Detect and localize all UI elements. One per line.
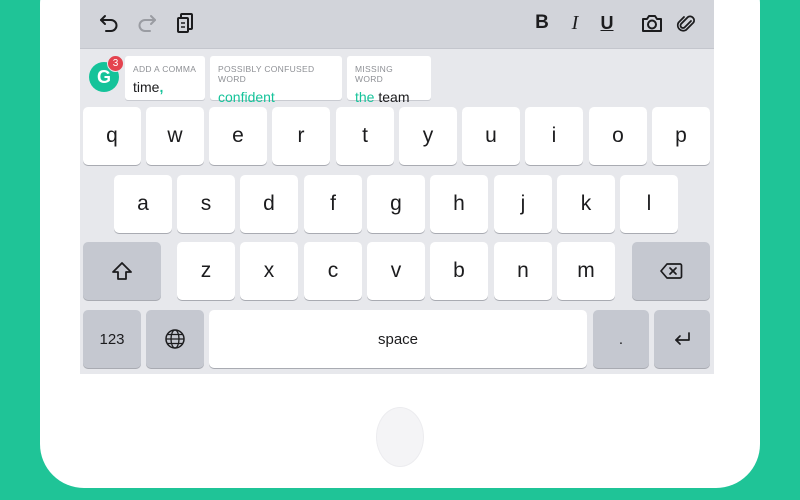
camera-icon[interactable] <box>637 8 667 38</box>
period-key[interactable]: . <box>593 310 649 368</box>
key-k[interactable]: k <box>557 175 615 233</box>
suggestion-text: confident <box>218 89 275 105</box>
key-c[interactable]: c <box>304 242 362 300</box>
key-w[interactable]: w <box>146 107 204 165</box>
numbers-key[interactable]: 123 <box>83 310 141 368</box>
backspace-icon <box>660 263 683 279</box>
key-d[interactable]: d <box>240 175 298 233</box>
key-f[interactable]: f <box>304 175 362 233</box>
key-e[interactable]: e <box>209 107 267 165</box>
suggestion-missing-word[interactable]: MISSING WORD the team <box>347 56 431 105</box>
key-q[interactable]: q <box>83 107 141 165</box>
underline-label: U <box>600 12 614 33</box>
suggestion-text: time, <box>133 79 164 95</box>
return-key[interactable] <box>654 310 710 368</box>
key-h[interactable]: h <box>430 175 488 233</box>
undo-icon[interactable] <box>94 8 124 38</box>
shift-arrow-icon <box>112 262 132 280</box>
globe-key[interactable] <box>146 310 204 368</box>
space-key[interactable]: space <box>209 310 587 368</box>
bold-label: B <box>535 12 549 33</box>
suggestion-label: POSSIBLY CONFUSED WORD <box>218 64 315 84</box>
suggestion-count-badge: 3 <box>107 55 124 72</box>
italic-button[interactable]: I <box>560 8 590 38</box>
suggestion-text: the team <box>355 89 410 105</box>
key-l[interactable]: l <box>620 175 678 233</box>
badge-count: 3 <box>112 58 119 69</box>
clipboard-icon[interactable] <box>170 8 200 38</box>
key-o[interactable]: o <box>589 107 647 165</box>
key-b[interactable]: b <box>430 242 488 300</box>
italic-label: I <box>571 11 579 34</box>
suggestion-label: ADD A COMMA <box>133 64 197 74</box>
key-u[interactable]: u <box>462 107 520 165</box>
paperclip-icon[interactable] <box>671 8 701 38</box>
bold-button[interactable]: B <box>527 8 557 38</box>
underline-button[interactable]: U <box>592 8 622 38</box>
shift-key[interactable] <box>83 242 161 300</box>
key-a[interactable]: a <box>114 175 172 233</box>
screen: B I U G 3 ADD A COMMA time, POSSIBLY CON… <box>80 0 714 374</box>
key-n[interactable]: n <box>494 242 552 300</box>
suggestion-label: MISSING WORD <box>355 64 393 84</box>
backspace-key[interactable] <box>632 242 710 300</box>
home-button[interactable] <box>376 407 424 467</box>
return-arrow-icon <box>675 332 690 345</box>
key-v[interactable]: v <box>367 242 425 300</box>
key-t[interactable]: t <box>336 107 394 165</box>
key-s[interactable]: s <box>177 175 235 233</box>
suggestion-confused-word[interactable]: POSSIBLY CONFUSED WORD confident <box>210 56 342 105</box>
key-z[interactable]: z <box>177 242 235 300</box>
redo-icon[interactable] <box>132 8 162 38</box>
key-m[interactable]: m <box>557 242 615 300</box>
globe-icon <box>165 329 185 349</box>
key-y[interactable]: y <box>399 107 457 165</box>
key-r[interactable]: r <box>272 107 330 165</box>
key-x[interactable]: x <box>240 242 298 300</box>
key-p[interactable]: p <box>652 107 710 165</box>
key-i[interactable]: i <box>525 107 583 165</box>
key-g[interactable]: g <box>367 175 425 233</box>
key-j[interactable]: j <box>494 175 552 233</box>
formatting-toolbar: B I U <box>80 0 714 49</box>
suggestion-add-comma[interactable]: ADD A COMMA time, <box>125 56 205 100</box>
keyboard: G 3 ADD A COMMA time, POSSIBLY CONFUSED … <box>80 49 714 374</box>
